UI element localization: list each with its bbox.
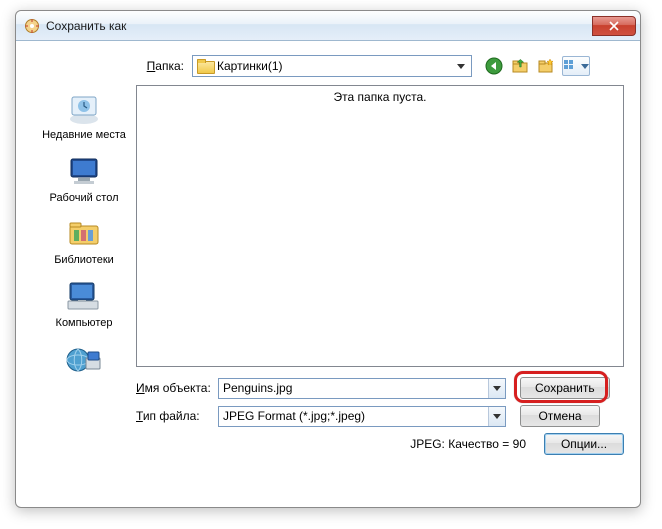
cancel-button[interactable]: Отмена bbox=[520, 405, 600, 427]
new-folder-icon[interactable] bbox=[536, 56, 556, 76]
filetype-dropdown[interactable] bbox=[488, 407, 505, 426]
computer-icon bbox=[64, 279, 104, 315]
network-icon bbox=[64, 342, 104, 378]
places-bar: Недавние места Рабочий стол Библиотеки bbox=[32, 85, 136, 367]
folder-label: Папка: bbox=[136, 59, 192, 73]
dialog-window: Сохранить как Папка: Картинки(1) bbox=[15, 10, 641, 508]
window-title: Сохранить как bbox=[46, 19, 592, 33]
file-listing[interactable]: Эта папка пуста. bbox=[136, 85, 624, 367]
up-one-level-icon[interactable] bbox=[510, 56, 530, 76]
folder-row: Папка: Картинки(1) bbox=[136, 55, 624, 77]
filename-dropdown[interactable] bbox=[488, 379, 505, 398]
recent-places-icon bbox=[64, 91, 104, 127]
back-icon[interactable] bbox=[484, 56, 504, 76]
filetype-label: Тип файла: bbox=[136, 409, 218, 423]
nav-icons bbox=[484, 56, 590, 76]
filename-row: Имя объекта: Penguins.jpg Сохранить bbox=[136, 377, 624, 399]
folder-icon bbox=[197, 59, 213, 73]
folder-combo[interactable]: Картинки(1) bbox=[192, 55, 472, 77]
desktop-icon bbox=[64, 154, 104, 190]
place-desktop[interactable]: Рабочий стол bbox=[39, 154, 129, 205]
save-button[interactable]: Сохранить bbox=[520, 377, 610, 399]
filename-label: Имя объекта: bbox=[136, 381, 218, 395]
place-network[interactable] bbox=[39, 342, 129, 380]
quality-text: JPEG: Качество = 90 bbox=[410, 437, 526, 451]
app-icon bbox=[24, 18, 40, 34]
empty-folder-message: Эта папка пуста. bbox=[334, 90, 427, 104]
filename-input[interactable]: Penguins.jpg bbox=[218, 378, 506, 399]
place-recent[interactable]: Недавние места bbox=[39, 91, 129, 142]
place-libraries[interactable]: Библиотеки bbox=[39, 216, 129, 267]
titlebar: Сохранить как bbox=[16, 11, 640, 41]
place-computer[interactable]: Компьютер bbox=[39, 279, 129, 330]
filetype-select[interactable]: JPEG Format (*.jpg;*.jpeg) bbox=[218, 406, 506, 427]
folder-name: Картинки(1) bbox=[217, 59, 453, 73]
options-button[interactable]: Опции... bbox=[544, 433, 624, 455]
footer-row: JPEG: Качество = 90 Опции... bbox=[32, 433, 624, 455]
view-menu-icon[interactable] bbox=[562, 56, 590, 76]
filetype-row: Тип файла: JPEG Format (*.jpg;*.jpeg) От… bbox=[136, 405, 624, 427]
close-button[interactable] bbox=[592, 16, 636, 36]
folder-dropdown-arrow[interactable] bbox=[453, 56, 469, 76]
libraries-icon bbox=[64, 216, 104, 252]
